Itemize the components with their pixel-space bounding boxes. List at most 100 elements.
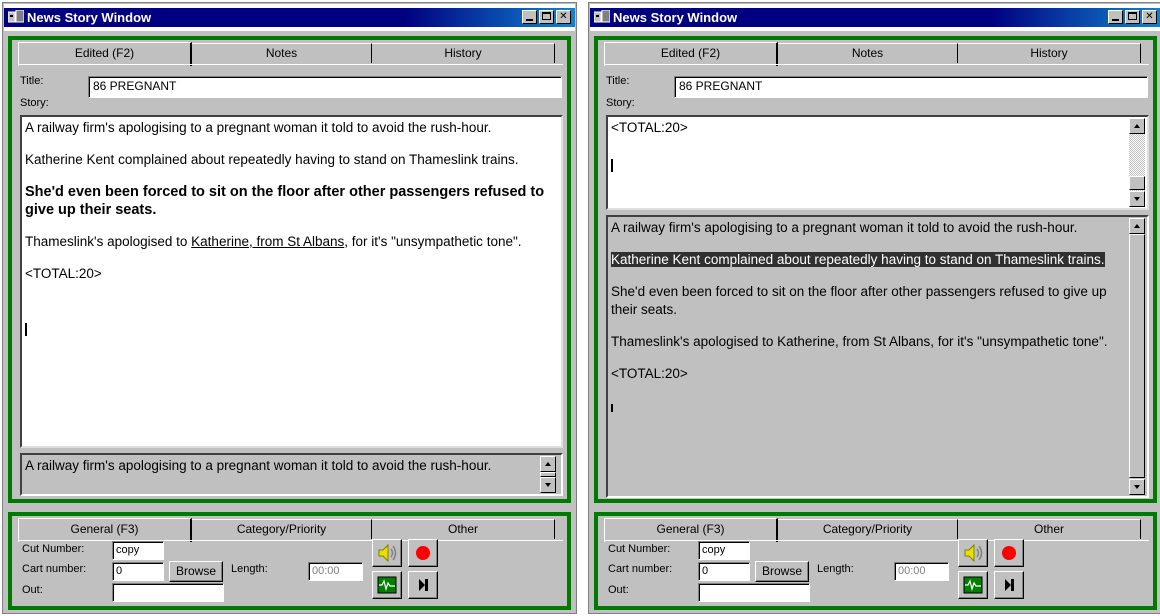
speaker-button[interactable] [958, 539, 988, 567]
out-input[interactable] [698, 583, 810, 602]
story-paragraph-bold: She'd even been forced to sit on the flo… [25, 184, 545, 218]
maximize-button[interactable] [1125, 10, 1140, 24]
record-button[interactable] [408, 539, 438, 567]
tab-general[interactable]: General (F3) [18, 518, 192, 542]
arrow-down-icon [1134, 485, 1140, 489]
cut-number-input[interactable]: copy [112, 541, 164, 560]
window-title: News Story Window [613, 10, 738, 25]
waveform-icon [963, 576, 983, 594]
tab-other[interactable]: Other [372, 519, 555, 539]
waveform-button[interactable] [372, 571, 402, 599]
scroll-down-button[interactable] [1129, 191, 1145, 207]
preview-paragraph: Thameslink's apologised to Katherine, fr… [611, 334, 1108, 349]
story-panel: Edited (F2) Notes History Title: 86 PREG… [8, 36, 571, 503]
story-paragraph: A railway firm's apologising to a pregna… [25, 120, 492, 135]
waveform-icon [377, 576, 397, 594]
title-input[interactable]: 86 PREGNANT [88, 76, 562, 98]
scroll-down-button[interactable] [1129, 479, 1145, 495]
cut-number-input[interactable]: copy [698, 541, 750, 560]
story-link[interactable]: Katherine, from St Albans [191, 234, 344, 249]
minimize-button[interactable] [522, 10, 537, 24]
tab-edited[interactable]: Edited (F2) [18, 42, 192, 66]
arrow-up-icon [1134, 224, 1140, 228]
story-total: <TOTAL:20> [25, 266, 102, 281]
preview-scrollbar[interactable] [1129, 218, 1145, 495]
story-panel: Edited (F2) Notes History Title: 86 PREG… [594, 36, 1157, 503]
story-text: Thameslink's apologised to [25, 234, 192, 249]
title-bar[interactable]: News Story Window ✕ [590, 4, 1160, 31]
story-editor[interactable]: <TOTAL:20> [606, 115, 1149, 210]
arrow-down-icon [1134, 197, 1140, 201]
length-label: Length: [817, 563, 854, 575]
arrow-down-icon [545, 483, 551, 487]
maximize-icon [542, 12, 551, 20]
cart-number-label: Cart number: [22, 563, 87, 575]
arrow-up-icon [1134, 124, 1140, 128]
story-label: Story: [606, 97, 635, 109]
preview-scrollbar[interactable] [540, 456, 556, 493]
scroll-thumb[interactable] [1129, 176, 1145, 190]
scroll-thumb[interactable] [1129, 234, 1145, 478]
speaker-icon [964, 543, 983, 563]
window-title: News Story Window [27, 10, 152, 25]
close-button[interactable]: ✕ [1142, 10, 1157, 24]
tab-other[interactable]: Other [958, 519, 1141, 539]
minimize-icon [1112, 19, 1119, 21]
tab-history[interactable]: History [372, 43, 555, 63]
play-next-button[interactable] [408, 571, 438, 599]
scroll-down-button[interactable] [540, 477, 556, 493]
text-cursor [25, 323, 27, 336]
speaker-button[interactable] [372, 539, 402, 567]
speaker-icon [378, 543, 397, 563]
cart-number-input[interactable]: 0 [698, 562, 750, 581]
tab-notes[interactable]: Notes [778, 43, 958, 63]
browse-button[interactable]: Browse [169, 561, 223, 582]
tab-edited[interactable]: Edited (F2) [604, 42, 778, 66]
browse-button[interactable]: Browse [755, 561, 809, 582]
arrow-up-icon [545, 462, 551, 466]
play-next-icon [1005, 579, 1014, 591]
cut-number-label: Cut Number: [22, 543, 85, 555]
tab-category-priority[interactable]: Category/Priority [192, 519, 372, 539]
cart-number-label: Cart number: [608, 563, 673, 575]
story-editor[interactable]: A railway firm's apologising to a pregna… [20, 115, 563, 448]
text-cursor [611, 404, 613, 412]
record-icon [416, 546, 430, 560]
editor-scrollbar[interactable] [1129, 118, 1145, 207]
play-next-icon [419, 579, 428, 591]
out-input[interactable] [112, 583, 224, 602]
scroll-up-button[interactable] [1129, 218, 1145, 234]
story-paragraph: Katherine Kent complained about repeated… [25, 152, 519, 167]
record-button[interactable] [994, 539, 1024, 567]
tab-general[interactable]: General (F3) [604, 518, 778, 542]
preview-paragraph-selected: Katherine Kent complained about repeated… [611, 251, 1121, 269]
maximize-icon [1128, 12, 1137, 20]
title-bar[interactable]: News Story Window ✕ [4, 4, 575, 31]
scroll-up-button[interactable] [540, 456, 556, 472]
out-label: Out: [608, 584, 629, 596]
close-button[interactable]: ✕ [556, 10, 571, 24]
tab-category-priority[interactable]: Category/Priority [778, 519, 958, 539]
cart-number-input[interactable]: 0 [112, 562, 164, 581]
play-next-button[interactable] [994, 571, 1024, 599]
cut-number-label: Cut Number: [608, 543, 671, 555]
story-preview: A railway firm's apologising to a pregna… [606, 215, 1149, 498]
maximize-button[interactable] [539, 10, 554, 24]
tab-notes[interactable]: Notes [192, 43, 372, 63]
preview-paragraph: A railway firm's apologising to a pregna… [611, 220, 1078, 235]
close-icon: ✕ [1145, 11, 1154, 22]
story-paragraph: Thameslink's apologised to Katherine, fr… [25, 233, 558, 251]
story-text: , for it's "unsympathetic tone". [344, 234, 522, 249]
story-label: Story: [20, 97, 49, 109]
waveform-button[interactable] [958, 571, 988, 599]
scroll-up-button[interactable] [1129, 118, 1145, 134]
selected-text[interactable]: Katherine Kent complained about repeated… [611, 252, 1105, 267]
tab-history[interactable]: History [958, 43, 1141, 63]
minimize-button[interactable] [1108, 10, 1123, 24]
details-panel: General (F3) Category/Priority Other Cut… [594, 512, 1157, 610]
record-icon [1002, 546, 1016, 560]
news-story-window-right: News Story Window ✕ Edited (F2) Notes Hi… [588, 2, 1160, 614]
text-cursor [611, 159, 613, 172]
close-icon: ✕ [559, 11, 568, 22]
title-input[interactable]: 86 PREGNANT [674, 76, 1148, 98]
